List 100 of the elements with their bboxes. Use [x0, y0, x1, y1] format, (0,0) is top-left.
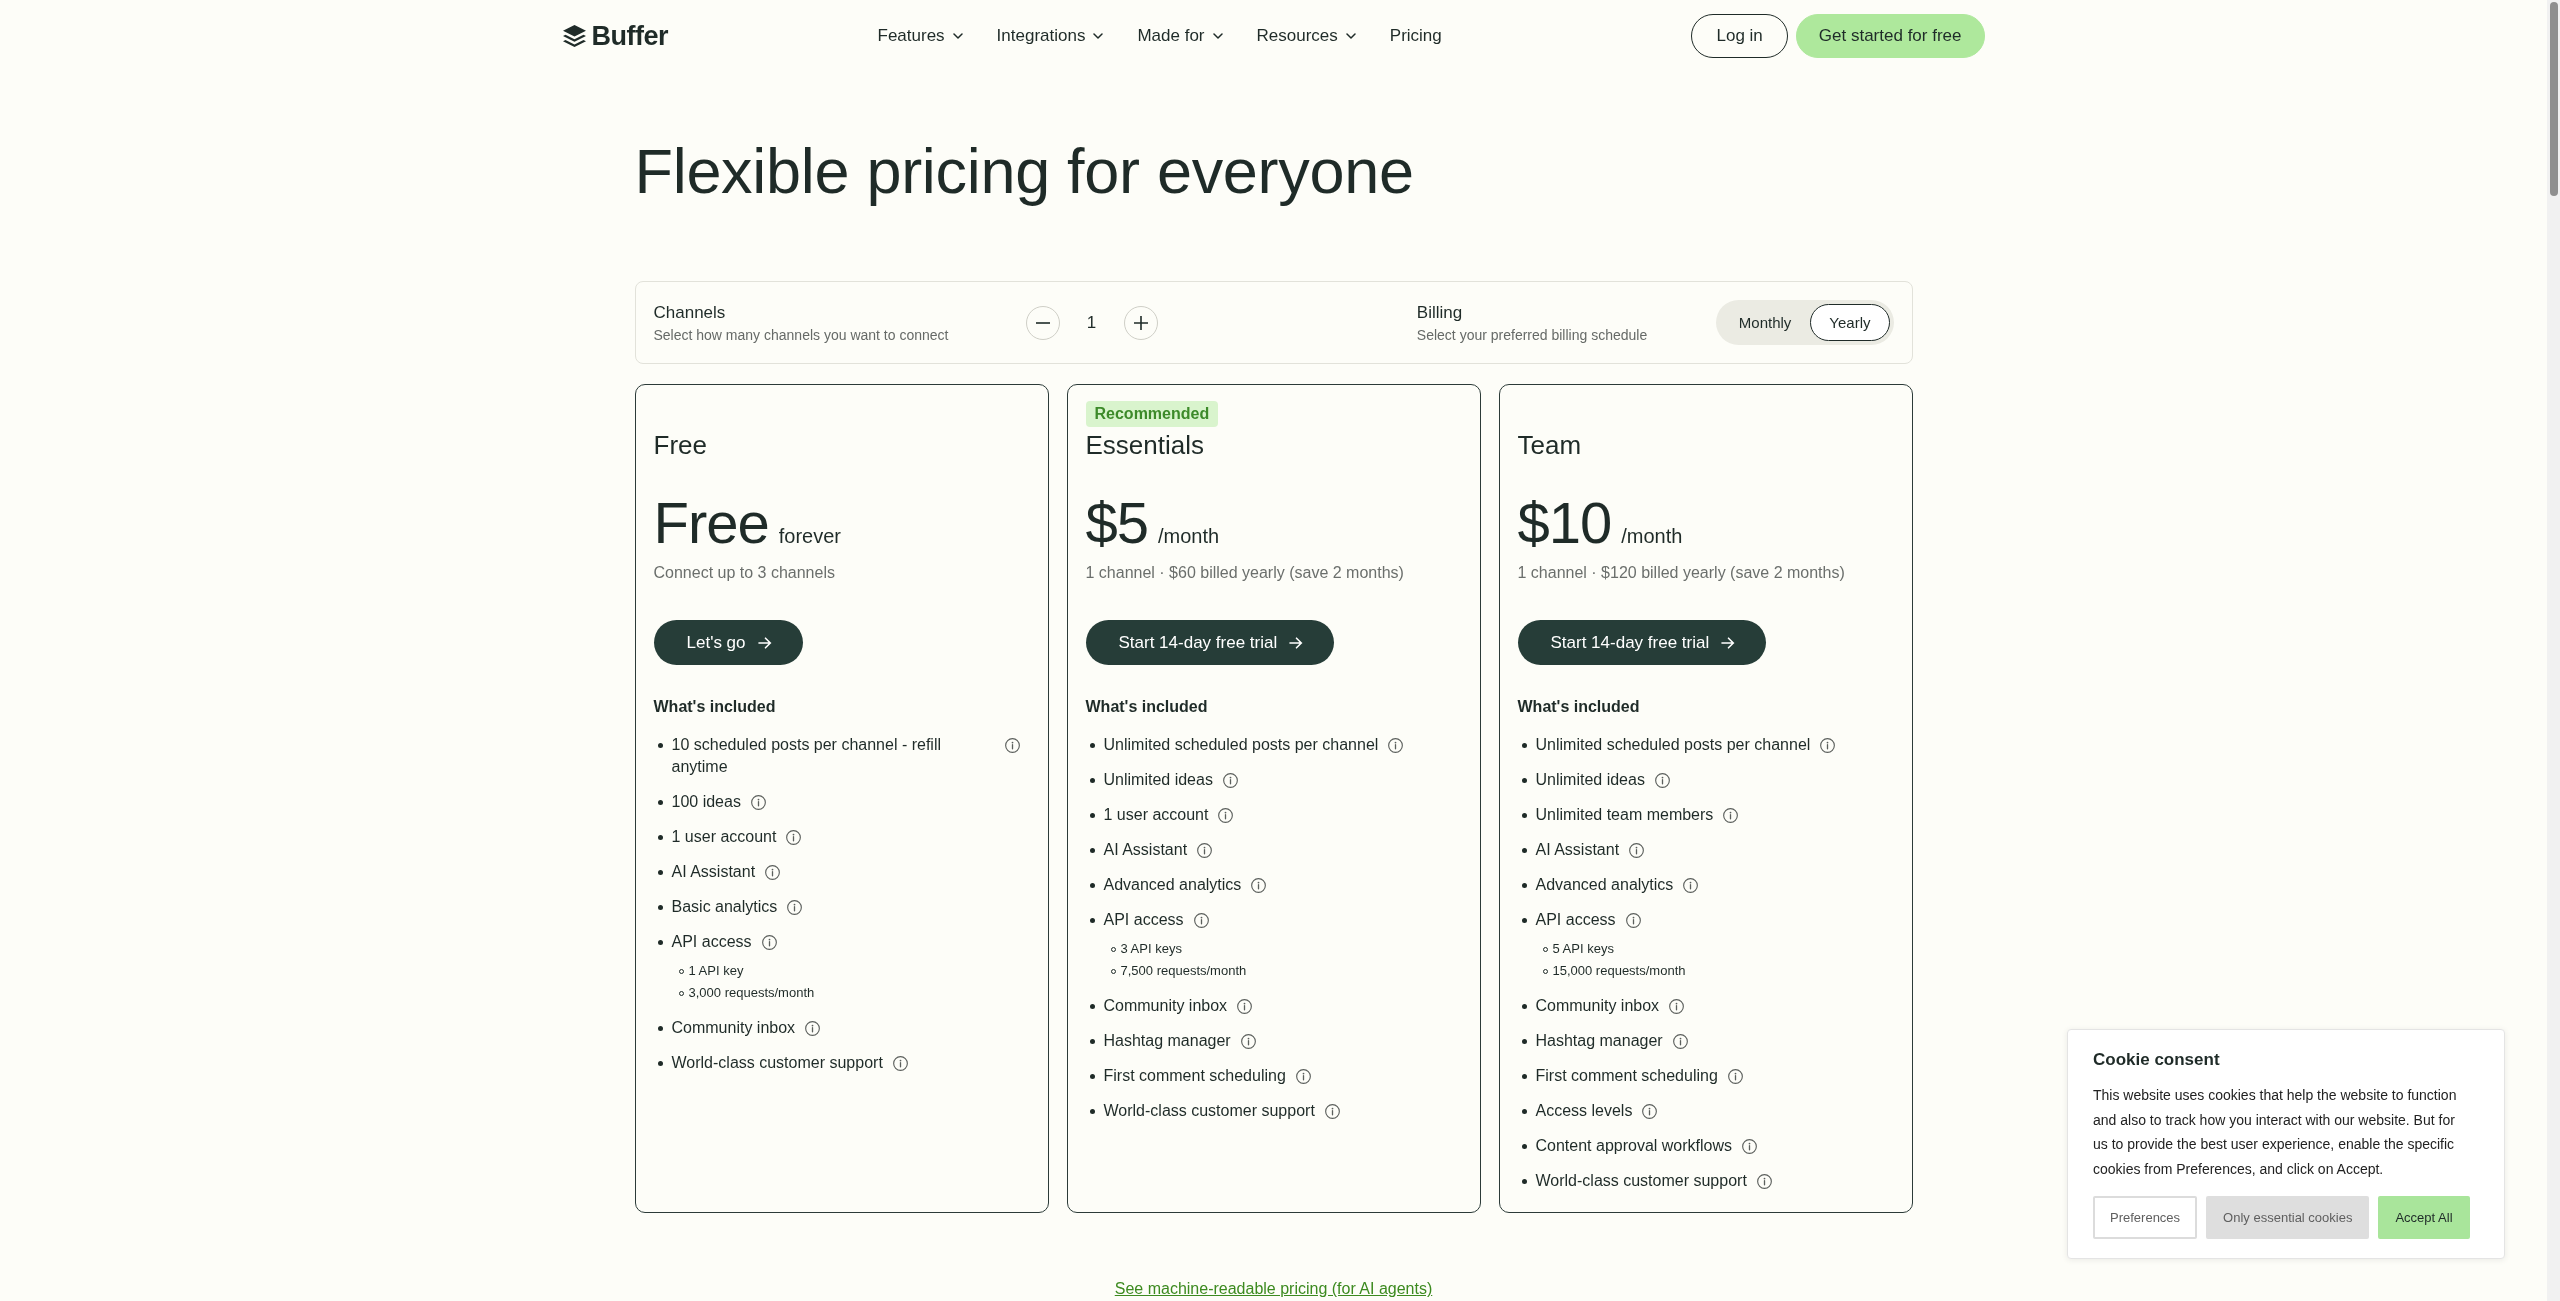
- nav-link[interactable]: Resources: [1256, 25, 1356, 47]
- channels-hint: Select how many channels you want to connect: [653, 325, 949, 345]
- feature-text: 10 scheduled posts per channel - refill anytime: [671, 735, 942, 777]
- billing-tab[interactable]: Yearly: [1810, 304, 1890, 341]
- info-icon[interactable]: [1642, 1103, 1658, 1119]
- info-icon[interactable]: [1672, 1033, 1688, 1049]
- bullet-icon: [1089, 1073, 1095, 1079]
- nav-link[interactable]: Pricing: [1389, 25, 1442, 47]
- bullet-icon: [1521, 812, 1527, 818]
- feature-text: Community inbox: [1103, 996, 1228, 1016]
- plan-note: Connect up to 3 channels: [653, 563, 836, 583]
- feature-text: API access: [671, 932, 752, 952]
- bullet-icon: [1521, 1073, 1527, 1079]
- feature-text: AI Assistant: [1535, 840, 1620, 860]
- feature-text: AI Assistant: [671, 862, 756, 882]
- feature-text: Advanced analytics: [1535, 875, 1674, 895]
- info-icon[interactable]: [805, 1020, 821, 1036]
- feature-text: 100 ideas: [671, 792, 741, 812]
- info-icon[interactable]: [1727, 1068, 1743, 1084]
- included-heading: What's included: [1517, 697, 1641, 717]
- price-period: /month: [1621, 524, 1683, 548]
- scrollbar-thumb[interactable]: [2550, 2, 2558, 196]
- nav-link[interactable]: Made for: [1137, 25, 1223, 47]
- info-icon[interactable]: [1237, 998, 1253, 1014]
- feature-detail: 7,500 requests/month: [1120, 962, 1247, 980]
- cookie-button[interactable]: Preferences: [2093, 1196, 2198, 1239]
- feature-text: 1 user account: [671, 827, 777, 847]
- info-icon[interactable]: [1654, 772, 1670, 788]
- info-icon[interactable]: [1193, 912, 1209, 928]
- bullet-icon: [1521, 1178, 1527, 1184]
- info-icon[interactable]: [1222, 772, 1238, 788]
- feature-text: API access: [1103, 910, 1184, 930]
- layers-icon[interactable]: [562, 25, 586, 47]
- info-icon[interactable]: [892, 1055, 908, 1071]
- feature-text: 1 user account: [1103, 805, 1209, 825]
- feature-text: Unlimited scheduled posts per channel: [1103, 735, 1379, 755]
- info-icon[interactable]: [1004, 737, 1020, 753]
- recommended-badge: Recommended: [1085, 401, 1219, 427]
- info-icon[interactable]: [1625, 912, 1641, 928]
- nav-link[interactable]: Features: [877, 25, 963, 47]
- info-icon[interactable]: [1251, 877, 1267, 893]
- included-heading: What's included: [653, 697, 777, 717]
- bullet-icon: [1521, 777, 1527, 783]
- bullet-icon: [1089, 847, 1095, 853]
- bullet-icon: [657, 939, 663, 945]
- arrow-right-icon: [757, 636, 772, 649]
- feature-text: Unlimited ideas: [1535, 770, 1645, 790]
- plan-button[interactable]: Start 14-day free trial: [1517, 620, 1767, 665]
- info-icon[interactable]: [761, 934, 777, 950]
- logo-link[interactable]: Buffer: [562, 20, 668, 52]
- bullet-icon: [657, 1025, 663, 1031]
- channels-label: Channels: [653, 301, 726, 324]
- billing-hint: Select your preferred billing schedule: [1416, 325, 1648, 345]
- bullet-icon: [1089, 742, 1095, 748]
- info-icon[interactable]: [1669, 998, 1685, 1014]
- cookie-button[interactable]: Only essential cookies: [2206, 1196, 2370, 1239]
- bullet-icon: [657, 742, 663, 748]
- info-icon[interactable]: [786, 829, 802, 845]
- bullet-icon: [1521, 1143, 1527, 1149]
- info-icon[interactable]: [1324, 1103, 1340, 1119]
- info-icon[interactable]: [1197, 842, 1213, 858]
- bullet-icon: [1521, 847, 1527, 853]
- info-icon[interactable]: [1723, 807, 1739, 823]
- plus-icon: [1133, 315, 1148, 330]
- bullet-icon: [1089, 1108, 1095, 1114]
- info-icon[interactable]: [1388, 737, 1404, 753]
- feature-text: API access: [1535, 910, 1616, 930]
- feature-text: World-class customer support: [671, 1053, 883, 1073]
- info-icon[interactable]: [1820, 737, 1836, 753]
- info-icon[interactable]: [1295, 1068, 1311, 1084]
- feature-text: Advanced analytics: [1103, 875, 1242, 895]
- chevron-down-icon: [1093, 33, 1104, 39]
- plan-button[interactable]: Let's go: [653, 620, 803, 665]
- info-icon[interactable]: [1629, 842, 1645, 858]
- cookie-button[interactable]: Accept All: [2378, 1196, 2470, 1239]
- get-started-button[interactable]: Get started for free: [1795, 14, 1985, 58]
- info-icon[interactable]: [1742, 1138, 1758, 1154]
- bullet-icon: [1089, 1003, 1095, 1009]
- feature-text: Unlimited ideas: [1103, 770, 1213, 790]
- pricing-link[interactable]: See machine-readable pricing (for AI agents): [1114, 1280, 1433, 1297]
- price-period: /month: [1158, 524, 1220, 548]
- nav-link[interactable]: Integrations: [996, 25, 1104, 47]
- info-icon[interactable]: [1756, 1173, 1772, 1189]
- feature-text: AI Assistant: [1103, 840, 1188, 860]
- info-icon[interactable]: [765, 864, 781, 880]
- feature-text: First comment scheduling: [1535, 1066, 1718, 1086]
- plan-button[interactable]: Start 14-day free trial: [1085, 620, 1335, 665]
- plan-name: Essentials: [1085, 430, 1205, 461]
- info-icon[interactable]: [1240, 1033, 1256, 1049]
- bullet-icon: [1521, 1038, 1527, 1044]
- bullet-icon: [1521, 1003, 1527, 1009]
- feature-detail: 3 API keys: [1120, 940, 1182, 958]
- info-icon[interactable]: [750, 794, 766, 810]
- info-icon[interactable]: [1218, 807, 1234, 823]
- chevron-down-icon: [1212, 33, 1223, 39]
- feature-detail: 15,000 requests/month: [1552, 962, 1686, 980]
- billing-tab[interactable]: Monthly: [1719, 304, 1811, 341]
- info-icon[interactable]: [787, 899, 803, 915]
- info-icon[interactable]: [1683, 877, 1699, 893]
- plan-name: Free: [653, 430, 708, 461]
